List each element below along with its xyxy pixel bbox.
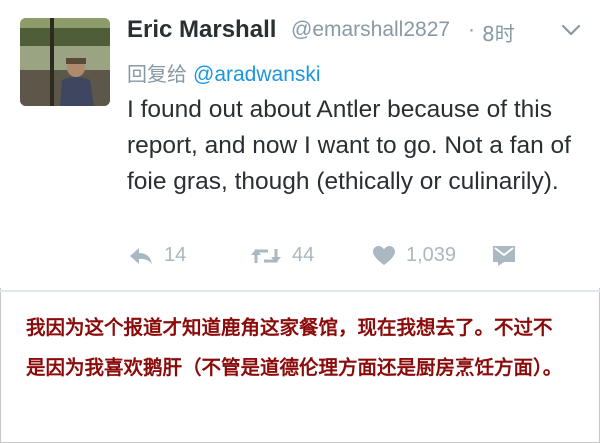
tweet-actions: 14 44 1,039	[0, 244, 600, 276]
direct-message-button[interactable]	[492, 244, 516, 266]
reply-mention-link[interactable]: @aradwanski	[193, 63, 321, 86]
chevron-down-icon[interactable]	[560, 22, 582, 38]
reply-context: 回复给 @aradwanski	[127, 58, 321, 87]
reply-count: 14	[164, 244, 187, 266]
reply-icon	[130, 247, 152, 264]
author-name[interactable]: Eric Marshall	[127, 16, 276, 44]
author-handle[interactable]: @emarshall2827	[291, 18, 450, 42]
divider	[0, 290, 600, 292]
separator-dot: ·	[468, 18, 475, 41]
tweet-card: Eric Marshall @emarshall2827 · 8时 回复给 @ar…	[0, 0, 600, 288]
like-button[interactable]: 1,039	[372, 244, 456, 267]
like-count: 1,039	[406, 244, 457, 266]
reply-button[interactable]: 14	[128, 244, 186, 267]
reply-prefix: 回复给	[127, 62, 187, 86]
heart-icon	[373, 245, 395, 265]
direct-message-icon	[493, 246, 515, 266]
retweet-button[interactable]: 44	[250, 244, 314, 267]
translation-caption: 我因为这个报道才知道鹿角这家餐馆，现在我想去了。不过不是因为我喜欢鹅肝（不管是道…	[26, 316, 563, 379]
retweet-icon	[251, 248, 281, 263]
avatar[interactable]	[20, 18, 110, 106]
retweet-count: 44	[292, 244, 315, 266]
timestamp-link[interactable]: 8时	[482, 18, 515, 47]
tweet-text: I found out about Antler because of this…	[127, 96, 571, 195]
